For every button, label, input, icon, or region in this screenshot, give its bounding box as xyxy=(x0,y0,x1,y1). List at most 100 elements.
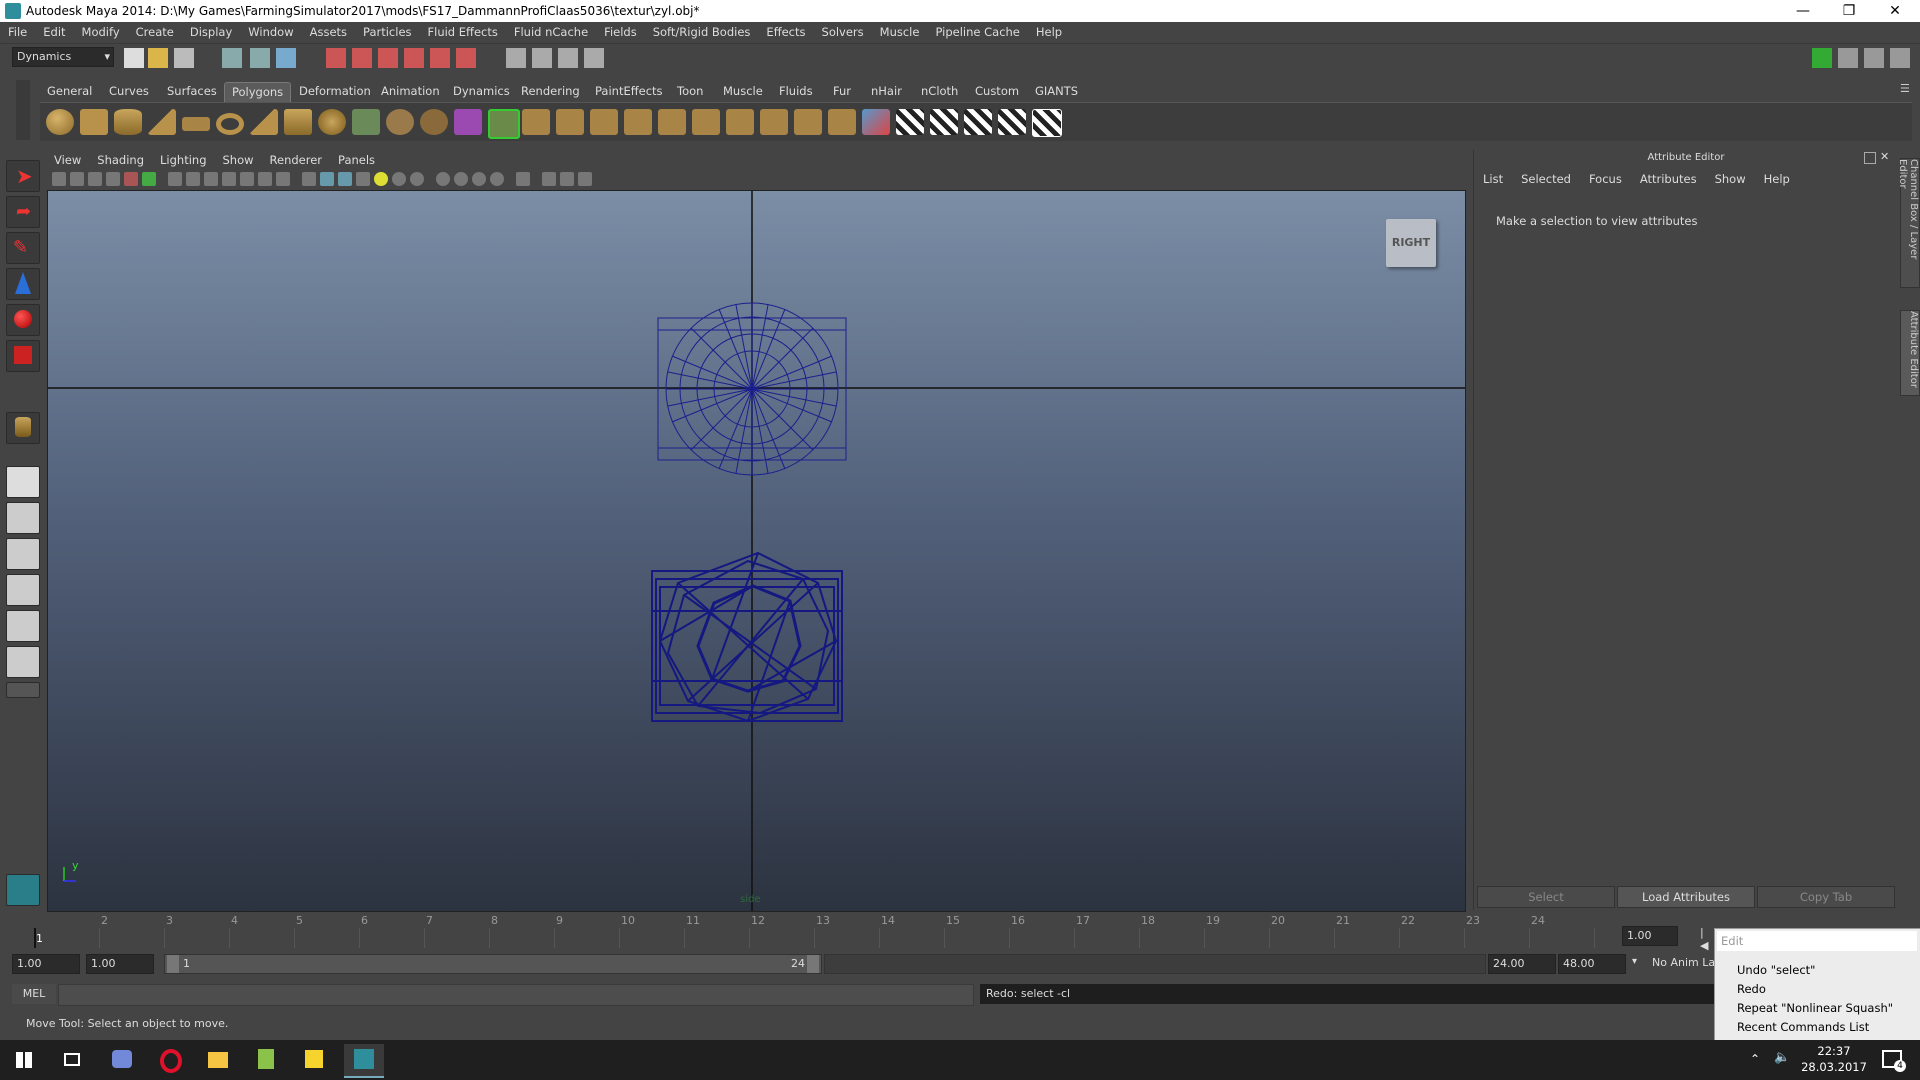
close-icon[interactable]: ✕ xyxy=(1872,0,1918,22)
ipr-render-icon[interactable] xyxy=(558,48,578,68)
camera-attributes-icon[interactable] xyxy=(70,172,84,186)
channel-box-toggle-icon[interactable] xyxy=(1890,48,1910,68)
poly-cone-icon[interactable] xyxy=(148,109,176,135)
xray-joints-icon[interactable] xyxy=(560,172,574,186)
ae-menu-focus[interactable]: Focus xyxy=(1580,170,1631,186)
anim-layer-label[interactable]: No Anim Lay xyxy=(1652,956,1722,969)
offset-edge-loop-icon[interactable] xyxy=(658,109,686,135)
append-polygon-icon[interactable] xyxy=(556,109,584,135)
motion-blur-icon[interactable] xyxy=(436,172,450,186)
menu-fluid-effects[interactable]: Fluid Effects xyxy=(420,22,506,39)
shelf-tab-curves[interactable]: Curves xyxy=(102,82,156,102)
taskbar-clock[interactable]: 22:37 28.03.2017 xyxy=(1796,1043,1872,1075)
popup-item-redo[interactable]: Redo xyxy=(1737,982,1766,996)
select-object-icon[interactable] xyxy=(250,48,270,68)
split-polygon-icon[interactable] xyxy=(590,109,618,135)
render-view-icon[interactable] xyxy=(506,48,526,68)
make-live-icon[interactable] xyxy=(430,48,450,68)
grid-icon[interactable] xyxy=(168,172,182,186)
ae-menu-selected[interactable]: Selected xyxy=(1512,170,1580,186)
tab-attribute-editor[interactable]: Attribute Editor xyxy=(1900,310,1920,396)
paint-select-tool-icon[interactable]: ✎ xyxy=(6,232,40,264)
popup-item-recent-commands[interactable]: Recent Commands List xyxy=(1737,1020,1869,1034)
new-scene-icon[interactable] xyxy=(124,48,144,68)
ae-menu-show[interactable]: Show xyxy=(1706,170,1755,186)
wireframe-icon[interactable] xyxy=(302,172,316,186)
rotate-tool-icon[interactable] xyxy=(6,304,40,336)
poly-plane-icon[interactable] xyxy=(182,117,210,131)
menu-fluid-ncache[interactable]: Fluid nCache xyxy=(506,22,596,39)
spherical-mapping-icon[interactable] xyxy=(828,109,856,135)
use-all-lights-icon[interactable] xyxy=(374,172,388,186)
hypershade-layout-icon[interactable] xyxy=(6,646,40,678)
menu-modify[interactable]: Modify xyxy=(74,22,128,39)
snap-view-plane-icon[interactable] xyxy=(404,48,424,68)
open-scene-icon[interactable] xyxy=(148,48,168,68)
ae-menu-attributes[interactable]: Attributes xyxy=(1631,170,1706,186)
depth-of-field-icon[interactable] xyxy=(472,172,486,186)
maya-taskbar-icon[interactable] xyxy=(344,1044,384,1078)
shelf-tab-toon[interactable]: Toon xyxy=(670,82,710,102)
resolution-gate-icon[interactable] xyxy=(204,172,218,186)
chevron-down-icon[interactable]: ▾ xyxy=(1632,956,1637,967)
minimize-icon[interactable]: — xyxy=(1780,0,1826,22)
attribute-editor-toggle-icon[interactable] xyxy=(1838,48,1858,68)
view-cube[interactable]: RIGHT xyxy=(1386,219,1436,267)
layout-uv-icon[interactable] xyxy=(998,109,1026,135)
four-view-layout-icon[interactable] xyxy=(6,502,40,534)
shelf-tab-custom[interactable]: Custom xyxy=(968,82,1026,102)
outliner-persp-layout-icon[interactable] xyxy=(6,538,40,570)
smooth-shade-all-icon[interactable] xyxy=(320,172,334,186)
bridge-icon[interactable] xyxy=(522,109,550,135)
shelf-tab-polygons[interactable]: Polygons xyxy=(224,82,292,103)
shelf-tab-rendering[interactable]: Rendering xyxy=(514,82,587,102)
menu-window[interactable]: Window xyxy=(240,22,301,39)
playback-start-field[interactable]: 1.00 xyxy=(86,954,154,974)
poly-torus-icon[interactable] xyxy=(216,113,244,135)
poly-sphere-icon[interactable] xyxy=(46,109,74,135)
ae-menu-list[interactable]: List xyxy=(1474,170,1512,186)
select-camera-icon[interactable] xyxy=(52,172,66,186)
mirror-geometry-icon[interactable] xyxy=(454,109,482,135)
two-d-pan-zoom-icon[interactable] xyxy=(124,172,138,186)
cylindrical-mapping-icon[interactable] xyxy=(794,109,822,135)
panel-menu-view[interactable]: View xyxy=(46,150,89,167)
task-view-icon[interactable] xyxy=(52,1044,92,1076)
current-time-field[interactable]: 1.00 xyxy=(1622,926,1678,946)
close-panel-icon[interactable]: ✕ xyxy=(1880,150,1889,163)
panel-menu-show[interactable]: Show xyxy=(215,150,262,167)
shelf-tab-giants[interactable]: GIANTS xyxy=(1028,82,1085,102)
panel-menu-renderer[interactable]: Renderer xyxy=(262,150,331,167)
go-to-start-icon[interactable]: |◀ xyxy=(1700,926,1712,952)
select-hierarchy-icon[interactable] xyxy=(222,48,242,68)
menu-fields[interactable]: Fields xyxy=(596,22,645,39)
multisample-aa-icon[interactable] xyxy=(454,172,468,186)
load-attributes-button[interactable]: Load Attributes xyxy=(1617,886,1755,908)
isolate-select-icon[interactable] xyxy=(516,172,530,186)
screen-space-ao-icon[interactable] xyxy=(410,172,424,186)
lasso-tool-icon[interactable]: ➦ xyxy=(6,196,40,228)
xray-active-components-icon[interactable] xyxy=(578,172,592,186)
shelf-tab-deformation[interactable]: Deformation xyxy=(292,82,378,102)
poly-soccer-ball-icon[interactable] xyxy=(318,109,346,135)
discord-icon[interactable] xyxy=(102,1044,142,1076)
separate-icon[interactable] xyxy=(386,109,414,135)
planar-mapping-icon[interactable] xyxy=(760,109,788,135)
menu-create[interactable]: Create xyxy=(128,22,182,39)
menu-display[interactable]: Display xyxy=(182,22,240,39)
range-slider-bar[interactable]: 1 24 xyxy=(164,954,822,974)
snap-point-icon[interactable] xyxy=(378,48,398,68)
render-frame-icon[interactable] xyxy=(532,48,552,68)
menu-help[interactable]: Help xyxy=(1028,22,1070,39)
move-tool-icon[interactable] xyxy=(6,268,40,300)
popup-item-undo[interactable]: Undo "select" xyxy=(1737,963,1815,977)
animation-start-field[interactable]: 1.00 xyxy=(12,954,80,974)
menu-effects[interactable]: Effects xyxy=(758,22,813,39)
playback-end-field[interactable]: 24.00 xyxy=(1488,954,1556,974)
menu-assets[interactable]: Assets xyxy=(302,22,355,39)
shelf-options-icon[interactable] xyxy=(16,80,30,140)
menu-pipeline-cache[interactable]: Pipeline Cache xyxy=(927,22,1027,39)
shelf-menu-icon[interactable]: ☰ xyxy=(1900,82,1910,95)
select-tool-icon[interactable]: ➤ xyxy=(6,160,40,192)
film-gate-icon[interactable] xyxy=(186,172,200,186)
